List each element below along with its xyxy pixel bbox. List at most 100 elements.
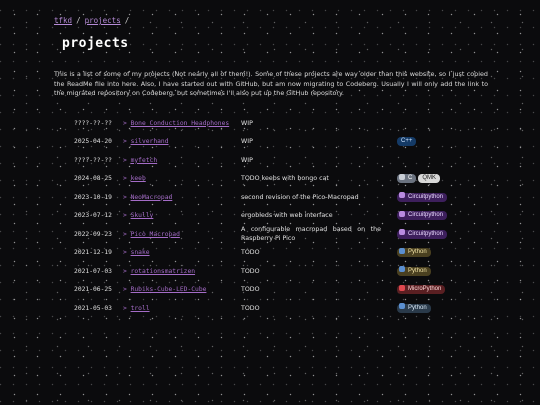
project-row: 2023-10-19 > NeoMacropad second revision o…: [66, 188, 449, 207]
breadcrumb-projects-link[interactable]: projects: [85, 16, 121, 25]
badge-label: C: [408, 175, 413, 182]
breadcrumb: tfkd / projects /: [54, 16, 133, 25]
badge-label: Circuitpython: [408, 212, 444, 219]
circuitpython-snake-icon: [399, 229, 405, 236]
project-link[interactable]: rotationsmatrizen: [131, 268, 195, 275]
link-prefix-glyph: >: [123, 119, 131, 127]
project-date: 2023-10-19: [74, 193, 112, 201]
link-prefix-glyph: >: [123, 304, 131, 312]
project-row: 2024-08-25 > keeb TODO keebs with bongo ca…: [66, 170, 449, 189]
project-description: TODO: [241, 304, 260, 312]
project-description: WIP: [241, 138, 253, 146]
c-logo-icon: [399, 173, 405, 180]
project-name-cell: > Rubiks-Cube-LED-Cube: [120, 281, 235, 300]
project-row: ????-??-?? > myfetch WIP: [66, 151, 449, 170]
project-name-cell: > silverhand: [120, 133, 235, 152]
project-description: TODO: [241, 249, 260, 257]
project-link[interactable]: Rubiks-Cube-LED-Cube: [131, 286, 207, 293]
project-tags: [381, 151, 449, 170]
page-title: projects: [62, 36, 129, 51]
project-date: 2023-07-12: [74, 212, 112, 220]
project-link[interactable]: NeoMacropad: [131, 194, 173, 201]
project-date: 2022-09-23: [74, 230, 112, 238]
language-badge[interactable]: Python: [397, 247, 431, 258]
project-description: second revision of the Pico-Macropad: [241, 193, 359, 201]
project-description: WIP: [241, 156, 253, 164]
link-prefix-glyph: >: [123, 267, 131, 275]
circuitpython-snake-icon: [399, 192, 405, 199]
link-prefix-glyph: >: [123, 175, 131, 183]
breadcrumb-home-link[interactable]: tfkd: [54, 16, 72, 25]
badge-label: MicroPython: [408, 286, 442, 293]
project-description: TODO: [241, 267, 260, 275]
badge-label: Python: [408, 304, 427, 311]
link-prefix-glyph: >: [123, 249, 131, 257]
badge-label: Circuitpython: [408, 230, 444, 237]
project-tags: Python: [381, 299, 449, 318]
project-tags: Python: [381, 244, 449, 263]
project-tags: Circuitpython: [381, 188, 449, 207]
micropython-logo-icon: [399, 284, 405, 291]
language-badge[interactable]: QMK: [418, 174, 441, 184]
project-name-cell: > Bone Conduction Headphones: [120, 114, 235, 133]
project-link[interactable]: myfetch: [131, 157, 158, 164]
project-link[interactable]: troll: [131, 305, 150, 312]
project-description: TODO keebs with bongo cat: [241, 175, 329, 183]
project-date: ????-??-??: [74, 156, 112, 164]
language-badge[interactable]: Circuitpython: [397, 229, 448, 239]
project-link[interactable]: Bone Conduction Headphones: [131, 120, 230, 127]
project-tags: [381, 114, 449, 133]
badge-label: Python: [408, 249, 427, 256]
project-row: 2021-06-25 > Rubiks-Cube-LED-Cube TODO Micr…: [66, 281, 449, 300]
project-date: 2021-06-25: [74, 286, 112, 294]
badge-label: C++: [401, 138, 413, 145]
project-tags: C++: [381, 133, 449, 152]
project-name-cell: > Skully: [120, 207, 235, 226]
language-badge[interactable]: Circuitpython: [397, 192, 448, 202]
project-row: 2021-07-03 > rotationsmatrizen TODO Python: [66, 262, 449, 281]
project-description: WIP: [241, 119, 253, 127]
project-tags: Circuitpython: [381, 207, 449, 226]
language-badge[interactable]: Python: [397, 266, 431, 276]
python-logo-icon: [399, 247, 405, 254]
project-tags: Circuitpython: [381, 225, 449, 244]
project-description: TODO: [241, 286, 260, 294]
link-prefix-glyph: >: [123, 193, 131, 201]
project-link[interactable]: Pico Macropad: [131, 231, 180, 238]
project-date: 2021-07-03: [74, 267, 112, 275]
project-name-cell: > myfetch: [120, 151, 235, 170]
projects-table: ????-??-?? > Bone Conduction Headphones WI…: [66, 114, 449, 318]
project-link[interactable]: keeb: [131, 175, 146, 182]
project-row: 2022-09-23 > Pico Macropad A configurable …: [66, 225, 449, 244]
intro-paragraph: This is a list of some of my projects (N…: [54, 70, 488, 97]
language-badge[interactable]: MicroPython: [397, 284, 446, 295]
project-description: A configurable macropad based on the Ras…: [241, 226, 381, 243]
project-date: 2021-05-03: [74, 304, 112, 312]
language-badge[interactable]: C: [397, 173, 417, 184]
project-date: 2025-04-20: [74, 138, 112, 146]
project-link[interactable]: silverhand: [131, 138, 169, 145]
link-prefix-glyph: >: [123, 138, 131, 146]
python-logo-icon: [399, 266, 405, 273]
link-prefix-glyph: >: [123, 212, 131, 220]
project-link[interactable]: snake: [131, 249, 150, 256]
project-tags: Python: [381, 262, 449, 281]
breadcrumb-separator: /: [124, 16, 130, 25]
project-row: 2023-07-12 > Skully ergobleds with web int…: [66, 207, 449, 226]
project-name-cell: > keeb: [120, 170, 235, 189]
circuitpython-snake-icon: [399, 210, 405, 217]
project-row: 2025-04-20 > silverhand WIP C++: [66, 133, 449, 152]
python-logo-icon: [399, 303, 405, 310]
language-badge[interactable]: Circuitpython: [397, 210, 448, 221]
project-link[interactable]: Skully: [131, 212, 154, 219]
language-badge[interactable]: Python: [397, 303, 431, 313]
project-name-cell: > Pico Macropad: [120, 225, 235, 244]
project-row: 2021-12-19 > snake TODO Python: [66, 244, 449, 263]
project-row: 2021-05-03 > troll TODO Python: [66, 299, 449, 318]
project-tags: C QMK: [381, 170, 449, 189]
project-date: 2024-08-25: [74, 175, 112, 183]
language-badge[interactable]: C++: [397, 137, 417, 147]
project-name-cell: > NeoMacropad: [120, 188, 235, 207]
project-name-cell: > snake: [120, 244, 235, 263]
project-description: ergobleds with web interface: [241, 212, 333, 220]
